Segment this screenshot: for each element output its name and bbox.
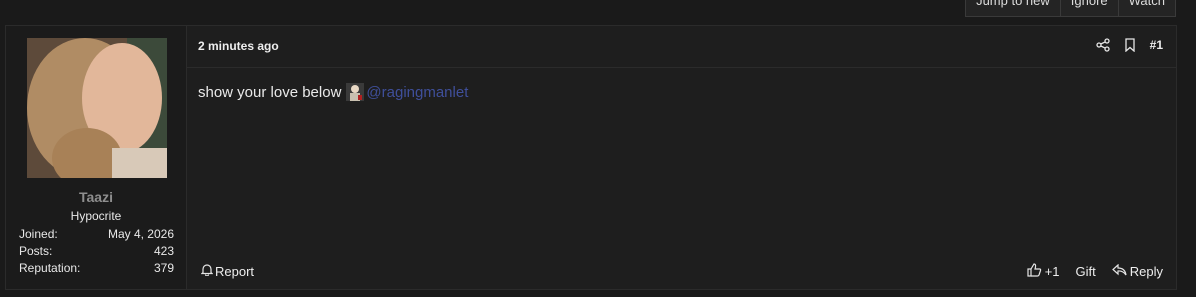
stat-label: Joined:	[19, 227, 58, 241]
like-count: +1	[1044, 264, 1060, 279]
reply-arrow-icon	[1111, 263, 1127, 279]
reply-button[interactable]: Reply	[1111, 263, 1163, 279]
stat-value: May 4, 2026	[107, 227, 174, 241]
mention-link[interactable]: @ragingmanlet	[366, 84, 468, 101]
bell-icon	[200, 263, 214, 279]
thumbs-up-icon	[1027, 263, 1042, 280]
post-header: 2 minutes ago #1	[187, 26, 1176, 68]
stat-value: 423	[153, 244, 174, 258]
thread-actions: Jump to new Ignore Watch	[965, 0, 1176, 17]
like-button[interactable]: +1	[1027, 263, 1060, 280]
post-date[interactable]: 2 minutes ago	[198, 39, 279, 53]
report-button[interactable]: Report	[200, 263, 255, 279]
post: Taazi Hypocrite Joined: May 4, 2026 Post…	[5, 25, 1177, 290]
post-number[interactable]: #1	[1150, 38, 1163, 52]
stat-joined: Joined: May 4, 2026	[19, 227, 174, 241]
post-footer: Report +1 Gift Reply	[187, 249, 1176, 289]
report-label: Report	[215, 263, 255, 279]
stat-label: Posts:	[19, 244, 53, 258]
stat-label: Reputation:	[19, 261, 81, 275]
user-title: Hypocrite	[70, 209, 122, 223]
ignore-button[interactable]: Ignore	[1059, 0, 1118, 16]
share-icon[interactable]	[1095, 38, 1110, 52]
reply-label: Reply	[1129, 264, 1163, 279]
mention-avatar	[346, 83, 365, 101]
avatar[interactable]	[27, 38, 167, 178]
stat-reputation: Reputation: 379	[19, 261, 174, 275]
post-text: show your love below	[198, 83, 342, 101]
stat-value: 379	[153, 261, 174, 275]
gift-button[interactable]: Gift	[1076, 264, 1096, 279]
post-body: show your love below @ragingmanlet	[198, 83, 468, 101]
mention[interactable]: @ragingmanlet	[346, 83, 468, 101]
stat-posts: Posts: 423	[19, 244, 174, 258]
bookmark-icon[interactable]	[1124, 38, 1136, 52]
jump-to-new-button[interactable]: Jump to new	[966, 0, 1060, 16]
post-main: 2 minutes ago #1 show your love below @r…	[187, 26, 1176, 289]
user-info: Taazi Hypocrite Joined: May 4, 2026 Post…	[6, 26, 187, 289]
username[interactable]: Taazi	[6, 189, 186, 205]
watch-button[interactable]: Watch	[1117, 0, 1175, 16]
post-footer-actions: +1 Gift Reply	[1027, 263, 1163, 280]
post-header-actions: #1	[1095, 38, 1163, 52]
